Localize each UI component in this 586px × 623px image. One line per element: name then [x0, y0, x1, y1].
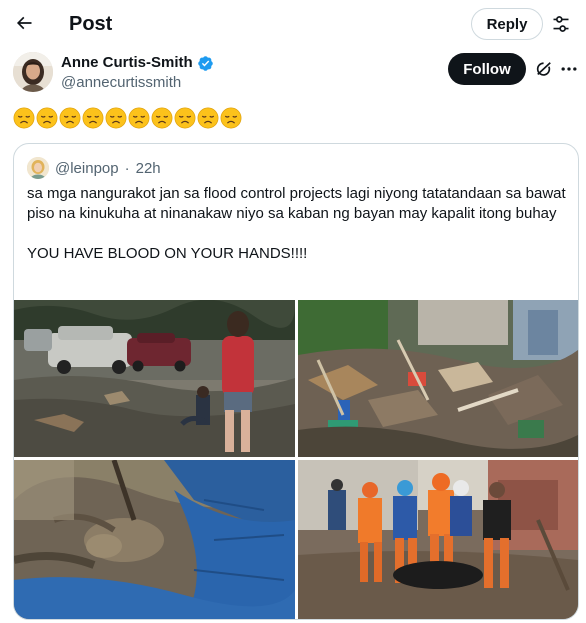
follow-button[interactable]: Follow	[448, 53, 526, 85]
media-photo[interactable]	[14, 300, 295, 457]
quote-avatar[interactable]	[27, 157, 49, 179]
top-bar: Post Reply	[0, 0, 586, 48]
reply-button[interactable]: Reply	[471, 8, 543, 40]
avatar[interactable]	[13, 52, 53, 92]
quoted-post[interactable]: @leinpop · 22h sa mga nangurakot jan sa …	[13, 143, 579, 620]
author-row: Anne Curtis-Smith @annecurtissmith Follo…	[0, 48, 586, 100]
grok-icon[interactable]	[533, 58, 555, 80]
disappointed-face-icon	[82, 107, 104, 129]
more-options-icon[interactable]	[558, 58, 580, 80]
author-handle[interactable]: @annecurtissmith	[61, 74, 181, 92]
disappointed-face-icon	[220, 107, 242, 129]
disappointed-face-icon	[13, 107, 35, 129]
quote-text: sa mga nangurakot jan sa flood control p…	[27, 184, 567, 284]
quote-handle[interactable]: @leinpop	[55, 160, 119, 177]
arrow-left-icon	[16, 16, 32, 30]
disappointed-face-icon	[197, 107, 219, 129]
disappointed-face-icon	[128, 107, 150, 129]
quote-timestamp[interactable]: 22h	[136, 160, 161, 177]
media-photo[interactable]	[298, 460, 578, 619]
quote-header: @leinpop · 22h	[27, 157, 161, 179]
page-title: Post	[69, 13, 113, 35]
back-button[interactable]	[10, 9, 38, 37]
disappointed-face-icon	[36, 107, 58, 129]
separator-dot: ·	[124, 159, 130, 177]
media-grid	[14, 300, 578, 619]
post-text	[13, 107, 242, 129]
display-name-text: Anne Curtis-Smith	[61, 54, 193, 71]
verified-badge-icon	[197, 55, 213, 71]
media-photo[interactable]	[14, 460, 295, 619]
author-name[interactable]: Anne Curtis-Smith	[61, 54, 214, 72]
disappointed-face-icon	[59, 107, 81, 129]
disappointed-face-icon	[105, 107, 127, 129]
disappointed-face-icon	[174, 107, 196, 129]
media-photo[interactable]	[298, 300, 578, 457]
quote-text-paragraph: sa mga nangurakot jan sa flood control p…	[27, 185, 566, 222]
quote-text-paragraph: YOU HAVE BLOOD ON YOUR HANDS!!!!	[27, 245, 308, 262]
disappointed-face-icon	[151, 107, 173, 129]
sliders-icon[interactable]	[550, 13, 572, 35]
